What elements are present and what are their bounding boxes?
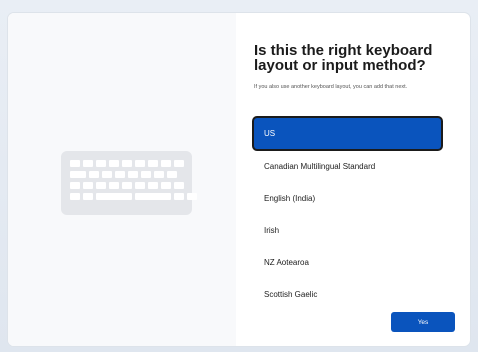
keyboard-layout-list: US Canadian Multilingual Standard Englis… [254,117,441,310]
layout-item-label: Scottish Gaelic [264,289,318,299]
page-subtitle: If you also use another keyboard layout,… [254,84,408,90]
layout-item-label: English (India) [264,193,316,203]
layout-item-label: NZ Aotearoa [264,257,309,267]
oobe-window: Is this the right keyboard layout or inp… [8,13,470,346]
layout-item-canadian-multilingual[interactable]: Canadian Multilingual Standard [254,150,441,182]
layout-item-english-india[interactable]: English (India) [254,182,441,214]
layout-item-us[interactable]: US [254,118,441,149]
keyboard-icon [61,151,197,215]
layout-item-nz-aotearoa[interactable]: NZ Aotearoa [254,246,441,278]
layout-item-label: US [264,129,276,138]
layout-item-label: Irish [264,225,280,235]
illustration-pane [8,13,236,346]
layout-item-scottish-gaelic[interactable]: Scottish Gaelic [254,278,441,310]
layout-item-label: Canadian Multilingual Standard [264,161,376,171]
layout-item-irish[interactable]: Irish [254,214,441,246]
yes-button[interactable]: Yes [391,312,455,332]
page-title: Is this the right keyboard layout or inp… [254,42,433,74]
